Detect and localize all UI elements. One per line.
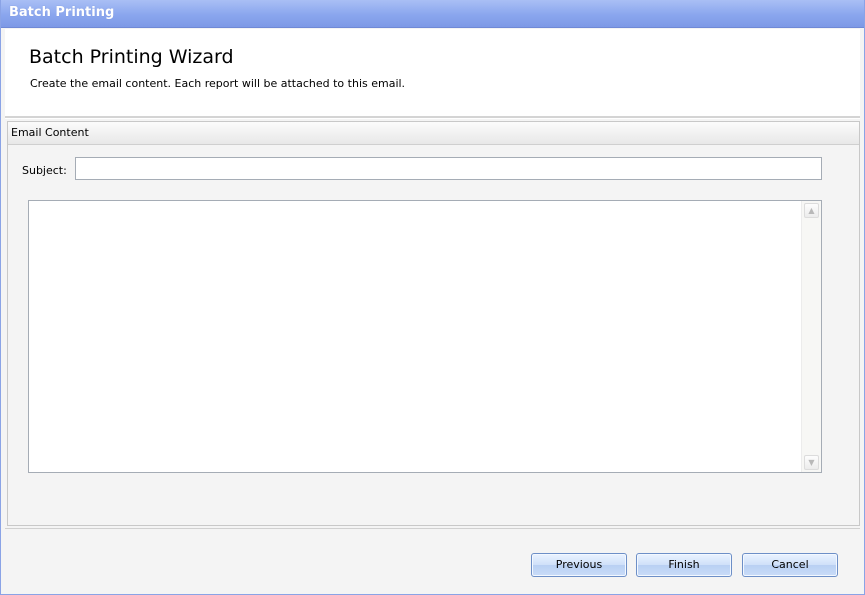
wizard-subtitle: Create the email content. Each report wi… [30,77,406,90]
group-title: Email Content [11,126,89,139]
cancel-button[interactable]: Cancel [742,553,838,577]
previous-button[interactable]: Previous [531,553,627,577]
group-header: Email Content [8,122,859,145]
email-body-textarea[interactable] [29,201,801,472]
footer-divider [5,528,860,529]
wizard-title: Batch Printing Wizard [29,46,234,68]
subject-input[interactable] [75,157,822,180]
wizard-header: Batch Printing Wizard Create the email c… [5,29,860,116]
email-content-group: Email Content Subject: ▲ ▼ [7,121,860,526]
title-bar[interactable]: Batch Printing [1,0,864,28]
header-divider [5,116,860,119]
window-title: Batch Printing [9,5,115,20]
batch-printing-window: Batch Printing Batch Printing Wizard Cre… [0,0,865,595]
scroll-down-icon[interactable]: ▼ [804,455,819,470]
finish-button[interactable]: Finish [636,553,732,577]
vertical-scrollbar[interactable]: ▲ ▼ [801,201,821,472]
subject-label: Subject: [22,164,67,177]
email-body-box: ▲ ▼ [28,200,822,473]
scroll-up-icon[interactable]: ▲ [804,203,819,218]
